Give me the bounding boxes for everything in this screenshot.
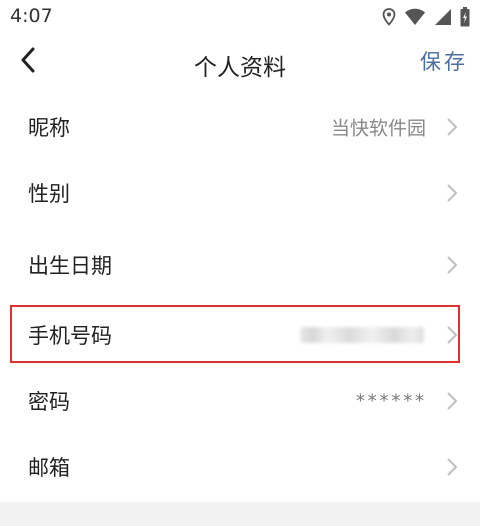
row-label: 性别 bbox=[28, 182, 70, 206]
row-gender[interactable]: 性别 bbox=[0, 162, 480, 224]
row-nickname[interactable]: 昵称 当快软件园 bbox=[0, 96, 480, 158]
chevron-right-icon bbox=[446, 391, 458, 411]
row-value: 当快软件园 bbox=[330, 117, 426, 140]
row-value: ****** bbox=[354, 390, 426, 412]
row-label: 密码 bbox=[28, 390, 70, 414]
status-bar: 4:07 bbox=[0, 0, 480, 34]
wifi-icon bbox=[404, 8, 426, 26]
status-icons bbox=[382, 6, 470, 28]
nav-bar: 个人资料 保存 bbox=[0, 34, 480, 92]
chevron-right-icon bbox=[446, 457, 458, 477]
page-title: 个人资料 bbox=[194, 55, 286, 81]
masked-phone-number bbox=[300, 327, 424, 343]
chevron-right-icon bbox=[446, 255, 458, 275]
row-label: 昵称 bbox=[28, 116, 70, 140]
row-phone[interactable]: 手机号码 bbox=[0, 304, 480, 366]
row-birthdate[interactable]: 出生日期 bbox=[0, 234, 480, 296]
profile-settings-list: 昵称 当快软件园 性别 出生日期 手机号码 密码 ****** 邮箱 bbox=[0, 92, 480, 502]
status-time: 4:07 bbox=[10, 5, 53, 27]
battery-icon bbox=[460, 7, 470, 27]
row-label: 出生日期 bbox=[28, 254, 112, 278]
location-icon bbox=[382, 8, 396, 26]
signal-icon bbox=[434, 8, 452, 26]
save-button[interactable]: 保存 bbox=[420, 46, 468, 76]
chevron-right-icon bbox=[446, 183, 458, 203]
row-label: 手机号码 bbox=[28, 324, 112, 348]
bottom-spacer bbox=[0, 502, 480, 526]
row-label: 邮箱 bbox=[28, 456, 70, 480]
chevron-right-icon bbox=[446, 325, 458, 345]
chevron-right-icon bbox=[446, 117, 458, 137]
row-password[interactable]: 密码 ****** bbox=[0, 370, 480, 432]
row-email[interactable]: 邮箱 bbox=[0, 436, 480, 498]
